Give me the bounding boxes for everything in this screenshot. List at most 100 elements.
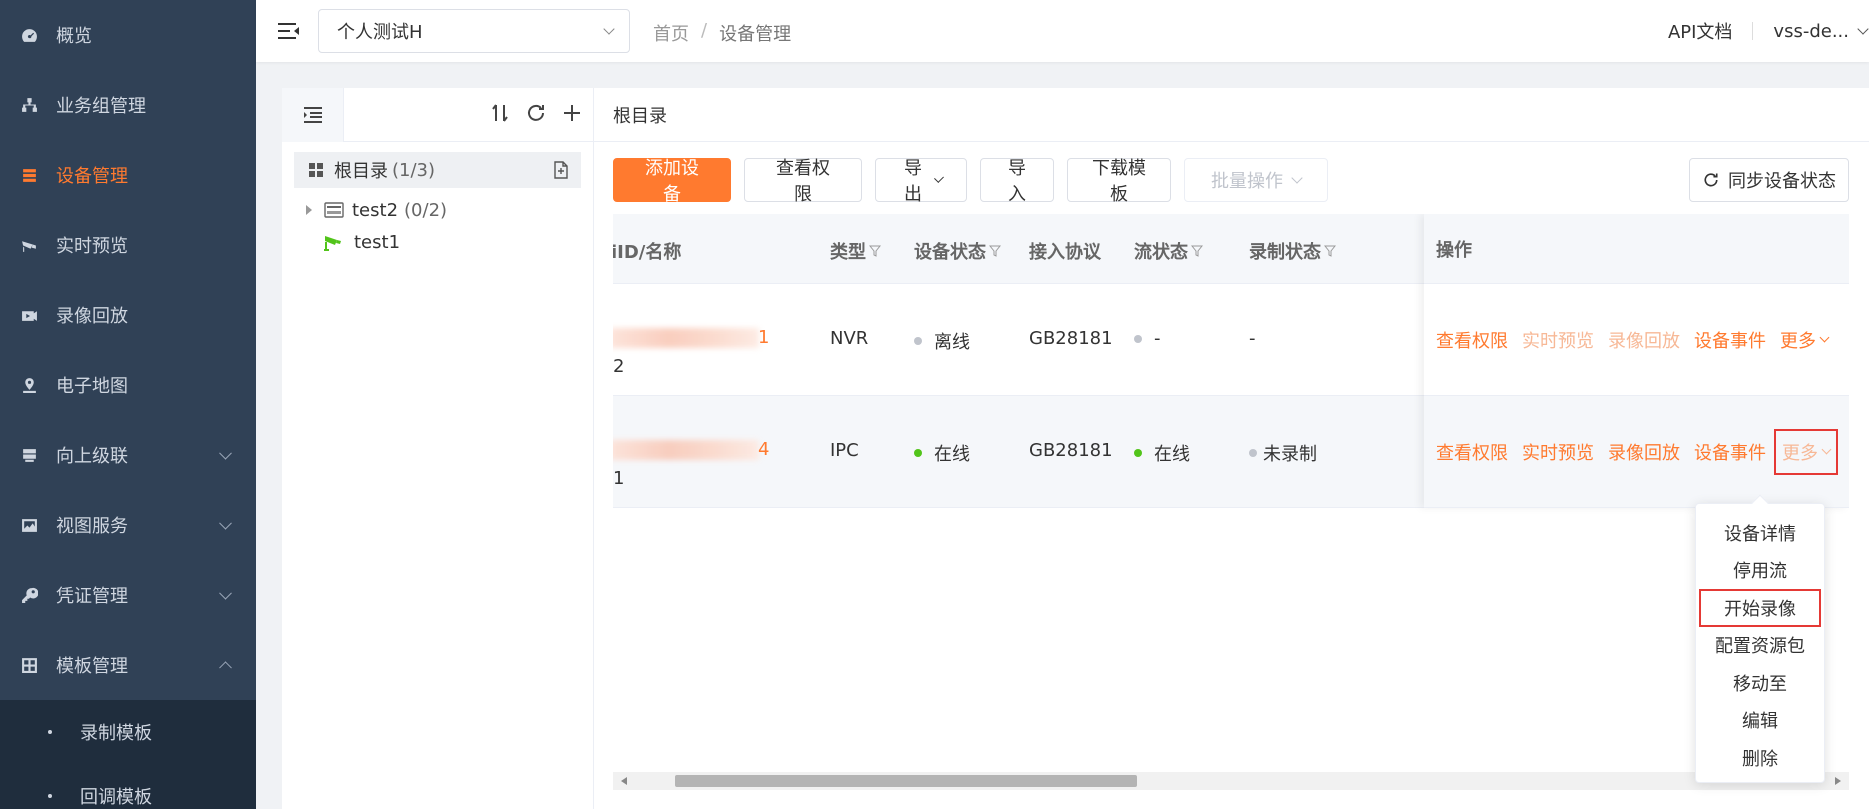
col-record-status[interactable]: 录制状态	[1249, 238, 1336, 264]
menu-item-start-recording[interactable]: 开始录像	[1699, 589, 1821, 627]
menu-collapse-icon[interactable]	[278, 22, 300, 40]
live-preview-link[interactable]: 实时预览	[1522, 327, 1594, 353]
device-id[interactable]: 4	[758, 439, 769, 460]
refresh-icon	[1704, 173, 1718, 187]
sidebar-item-device-management[interactable]: 设备管理	[0, 140, 256, 210]
file-export-icon[interactable]	[553, 161, 569, 179]
protocol: GB28181	[1029, 440, 1113, 461]
playback-link[interactable]: 录像回放	[1608, 439, 1680, 465]
api-doc-link[interactable]: API文档	[1668, 18, 1732, 44]
record-status: -	[1249, 328, 1256, 349]
sidebar-item-credentials[interactable]: 凭证管理	[0, 560, 256, 630]
view-permission-button[interactable]: 查看权限	[744, 158, 862, 205]
top-header: 个人测试H 首页 / 设备管理 API文档 vss-de...	[256, 0, 1869, 62]
row-actions: 查看权限 实时预览 录像回放 设备事件 更多	[1424, 284, 1849, 396]
sync-status-button[interactable]: 同步设备状态	[1689, 158, 1849, 202]
live-preview-link[interactable]: 实时预览	[1522, 439, 1594, 465]
view-permission-link[interactable]: 查看权限	[1436, 439, 1508, 465]
tree-node-test2[interactable]: test2 (0/2)	[282, 194, 593, 226]
device-list-panel: 根目录 添加设备 查看权限 导出 导入 下载模板 批量操作 同步设备状态 iID…	[594, 88, 1869, 809]
chevron-down-icon	[219, 446, 232, 460]
scrollbar-thumb[interactable]	[675, 775, 1137, 787]
sidebar-item-live-preview[interactable]: 实时预览	[0, 210, 256, 280]
horizontal-scrollbar[interactable]	[613, 772, 1849, 790]
add-device-button[interactable]: 添加设备	[613, 158, 731, 205]
sidebar-subitem-callback-template[interactable]: 回调模板	[0, 764, 256, 809]
sidebar-item-map[interactable]: 电子地图	[0, 350, 256, 420]
breadcrumb-home[interactable]: 首页	[653, 20, 689, 46]
col-stream-status[interactable]: 流状态	[1134, 238, 1203, 264]
more-dropdown[interactable]: 更多	[1780, 327, 1830, 353]
sidebar-subitem-record-template[interactable]: 录制模板	[0, 700, 256, 764]
batch-label: 批量操作	[1211, 171, 1283, 192]
tree-node-count: (0/2)	[404, 199, 448, 221]
col-type-label: 类型	[830, 242, 866, 263]
caret-right-icon[interactable]	[306, 205, 312, 215]
sidebar-item-playback[interactable]: 录像回放	[0, 280, 256, 350]
col-type[interactable]: 类型	[830, 238, 881, 264]
user-menu[interactable]: vss-de...	[1773, 21, 1849, 42]
breadcrumb-current: 设备管理	[719, 24, 792, 45]
sort-icon[interactable]	[489, 102, 511, 124]
menu-item-edit[interactable]: 编辑	[1696, 702, 1824, 740]
cascade-icon	[20, 446, 38, 464]
view-permission-link[interactable]: 查看权限	[1436, 327, 1508, 353]
row-actions: 查看权限 实时预览 录像回放 设备事件 更多	[1424, 396, 1849, 508]
scroll-left-icon[interactable]	[621, 777, 627, 785]
device-events-link[interactable]: 设备事件	[1694, 327, 1766, 353]
chevron-down-icon[interactable]	[1857, 23, 1869, 35]
col-device-status[interactable]: 设备状态	[914, 238, 1001, 264]
stream-status: 在线	[1134, 440, 1190, 466]
image-icon	[20, 516, 38, 534]
device-toolbar: 添加设备 查看权限 导出 导入 下载模板 批量操作	[613, 158, 1328, 205]
sidebar-item-cascade[interactable]: 向上级联	[0, 420, 256, 490]
menu-item-disable-stream[interactable]: 停用流	[1696, 552, 1824, 590]
device-id[interactable]: 1	[758, 327, 769, 348]
more-dropdown-menu: 设备详情 停用流 开始录像 配置资源包 移动至 编辑 删除	[1695, 494, 1825, 783]
tree-root-label: 根目录	[334, 161, 388, 182]
sidebar-item-label: 模板管理	[56, 656, 128, 677]
col-record-status-label: 录制状态	[1249, 242, 1321, 263]
device-status: 在线	[914, 440, 970, 466]
menu-item-device-details[interactable]: 设备详情	[1696, 514, 1824, 552]
chevron-down-icon	[219, 586, 232, 600]
export-button[interactable]: 导出	[875, 158, 967, 205]
nvr-icon	[324, 202, 344, 218]
import-button[interactable]: 导入	[980, 158, 1054, 205]
filter-icon[interactable]	[1324, 245, 1336, 257]
project-select[interactable]: 个人测试H	[318, 9, 630, 53]
tree-root-node[interactable]: 根目录 (1/3)	[294, 152, 581, 188]
stream-status: -	[1134, 328, 1161, 349]
filter-icon[interactable]	[869, 245, 881, 257]
menu-item-move-to[interactable]: 移动至	[1696, 664, 1824, 702]
main-card: 根目录 (1/3) test2 (0/2) test1 根目录 添加设备 查看权…	[282, 87, 1869, 809]
tree-actions	[489, 102, 583, 124]
sync-label: 同步设备状态	[1728, 171, 1836, 192]
sidebar-item-business-group[interactable]: 业务组管理	[0, 70, 256, 140]
sidebar-item-overview[interactable]: 概览	[0, 0, 256, 70]
batch-operation-button[interactable]: 批量操作	[1184, 158, 1328, 202]
filter-icon[interactable]	[989, 245, 1001, 257]
device-table: iID/名称 类型 设备状态 接入协议 流状态 录制状态 1 2 NVR 离线 …	[613, 214, 1849, 804]
device-name: 1	[613, 468, 625, 489]
status-dot	[914, 337, 922, 345]
more-dropdown-active[interactable]: 更多	[1774, 428, 1838, 475]
tree-node-test1[interactable]: test1	[282, 226, 593, 258]
device-events-link[interactable]: 设备事件	[1694, 439, 1766, 465]
chevron-down-icon	[1821, 444, 1832, 454]
filter-icon[interactable]	[1191, 245, 1203, 257]
playback-link[interactable]: 录像回放	[1608, 327, 1680, 353]
plus-icon[interactable]	[561, 102, 583, 124]
sidebar-item-template-management[interactable]: 模板管理	[0, 630, 256, 700]
tree-collapse-icon[interactable]	[282, 87, 344, 142]
menu-item-delete[interactable]: 删除	[1696, 739, 1824, 777]
scroll-right-icon[interactable]	[1835, 777, 1841, 785]
header-right: API文档 vss-de...	[1668, 18, 1869, 44]
chevron-up-icon	[219, 661, 232, 675]
menu-item-resource-package[interactable]: 配置资源包	[1696, 627, 1824, 665]
sidebar-item-label: 概览	[56, 26, 92, 47]
record-status-label: 未录制	[1263, 444, 1317, 465]
refresh-icon[interactable]	[525, 102, 547, 124]
download-template-button[interactable]: 下载模板	[1067, 158, 1171, 205]
sidebar-item-view-service[interactable]: 视图服务	[0, 490, 256, 560]
